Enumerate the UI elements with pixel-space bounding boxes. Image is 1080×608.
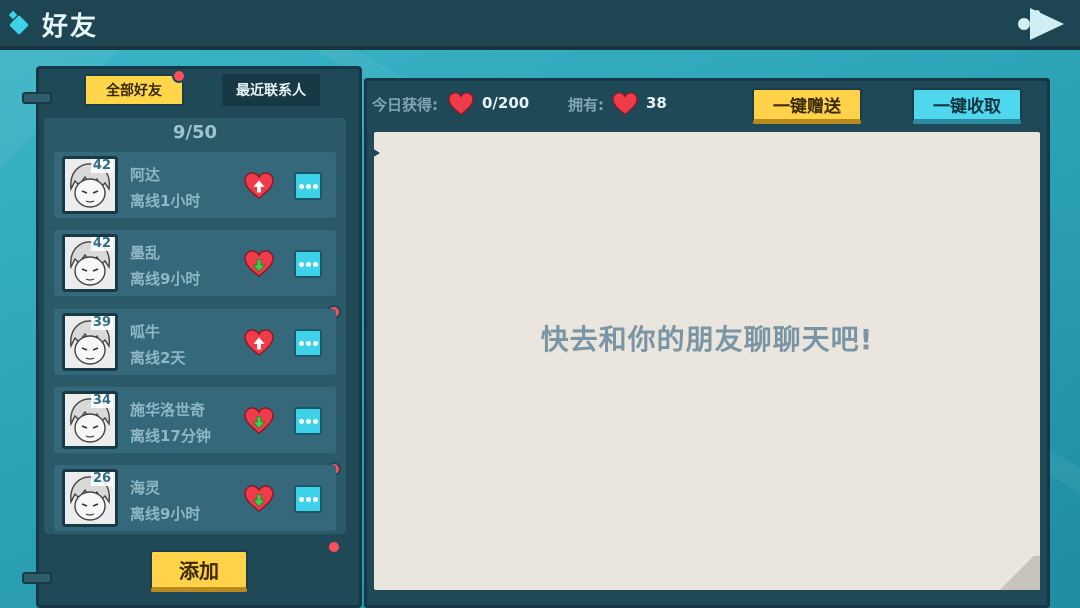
more-options-button[interactable] [294, 329, 322, 357]
collect-all-button[interactable]: 一键收取 [912, 88, 1022, 124]
tab-all-friends[interactable]: 全部好友 [84, 74, 184, 106]
add-friend-button[interactable]: 添加 [150, 550, 248, 592]
panel-clip-bottom [22, 572, 52, 584]
page-fold-icon [994, 556, 1040, 590]
today-gained-label: 今日获得: [372, 96, 438, 114]
send-heart-button[interactable] [244, 329, 274, 357]
friend-name: 墨乱 [130, 244, 161, 262]
owned-value: 38 [646, 94, 667, 112]
friend-row[interactable]: 34 施华洛世奇 离线17分钟 [54, 387, 336, 453]
send-all-button[interactable]: 一键赠送 [752, 88, 862, 124]
more-dots-icon [298, 183, 304, 189]
friend-count: 9/50 [172, 122, 218, 143]
tab-notification-dot [172, 69, 186, 83]
more-options-button[interactable] [294, 172, 322, 200]
chat-empty-message: 快去和你的朋友聊聊天吧! [540, 323, 874, 356]
friend-status: 离线9小时 [130, 270, 201, 288]
avatar[interactable]: 39 [62, 313, 118, 371]
avatar[interactable]: 42 [62, 156, 118, 214]
friend-name: 海灵 [130, 479, 161, 497]
paper-tab-icon [372, 148, 380, 158]
heart-icon [612, 92, 638, 116]
today-gained-value: 0/200 [482, 94, 530, 112]
more-options-button[interactable] [294, 250, 322, 278]
level-badge: 42 [90, 158, 113, 173]
avatar[interactable]: 34 [62, 391, 118, 449]
friend-status: 离线1小时 [130, 192, 201, 210]
top-bar: 好友 [0, 0, 1080, 50]
friend-status: 离线17分钟 [130, 427, 211, 445]
more-dots-icon [298, 496, 304, 502]
avatar[interactable]: 26 [62, 469, 118, 527]
friend-status: 离线2天 [130, 349, 186, 367]
page-title: 好友 [42, 12, 99, 42]
more-options-button[interactable] [294, 485, 322, 513]
friend-row[interactable]: 42 墨乱 离线9小时 [54, 230, 336, 296]
receive-heart-button[interactable] [244, 485, 274, 513]
friend-name: 阿达 [130, 166, 161, 184]
tab-recent-contacts[interactable]: 最近联系人 [222, 74, 320, 106]
more-dots-icon [298, 418, 304, 424]
friend-row[interactable]: 42 阿达 离线1小时 [54, 152, 336, 218]
receive-heart-button[interactable] [244, 250, 274, 278]
more-options-button[interactable] [294, 407, 322, 435]
title-wrap: 好友 [8, 6, 99, 43]
receive-heart-button[interactable] [244, 407, 274, 435]
level-badge: 42 [90, 236, 113, 251]
chat-area[interactable] [374, 132, 1040, 590]
level-badge: 34 [90, 393, 113, 408]
avatar[interactable]: 42 [62, 234, 118, 292]
friend-status: 离线9小时 [130, 505, 201, 523]
level-badge: 39 [90, 315, 113, 330]
heart-icon [448, 92, 474, 116]
friend-name: 施华洛世奇 [130, 401, 206, 419]
diamond-icon [8, 10, 36, 38]
back-button[interactable] [1010, 4, 1070, 44]
more-dots-icon [298, 340, 304, 346]
friend-row[interactable]: 39 呱牛 离线2天 [54, 309, 336, 375]
panel-clip-top [22, 92, 52, 104]
notification-dot [327, 540, 341, 554]
send-heart-button[interactable] [244, 172, 274, 200]
level-badge: 26 [90, 471, 113, 486]
friend-name: 呱牛 [130, 323, 161, 341]
owned-label: 拥有: [568, 96, 604, 114]
friend-row[interactable]: 26 海灵 离线9小时 [54, 465, 336, 531]
more-dots-icon [298, 261, 304, 267]
